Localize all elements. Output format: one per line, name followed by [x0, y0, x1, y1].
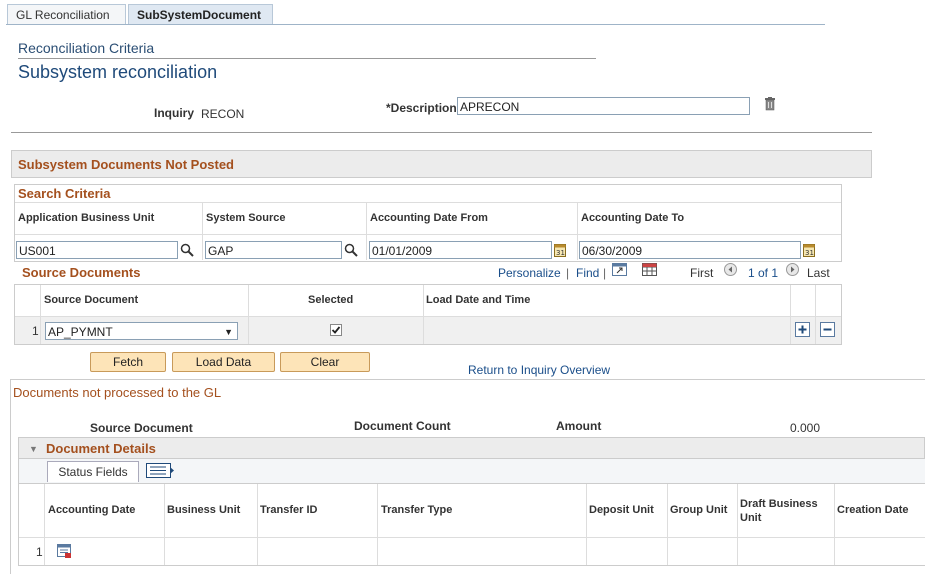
col-header-deposit-unit: Deposit Unit — [589, 504, 654, 516]
calendar-icon[interactable]: 31 — [554, 243, 566, 257]
next-icon[interactable] — [786, 263, 799, 276]
col-header-business-unit: Business Unit — [167, 504, 241, 516]
grid-line — [366, 202, 367, 260]
not-posted-section-header: Subsystem Documents Not Posted — [11, 150, 872, 178]
row-number: 1 — [36, 545, 43, 559]
return-to-inquiry-link[interactable]: Return to Inquiry Overview — [468, 363, 610, 377]
grid-line — [586, 484, 587, 565]
amount-value: 0.000 — [790, 421, 821, 435]
grid-line — [164, 484, 165, 565]
document-count-label: Document Count — [354, 419, 451, 433]
tab-subsystem-document[interactable]: SubSystemDocument — [128, 4, 273, 24]
not-posted-section-title: Subsystem Documents Not Posted — [18, 157, 234, 172]
business-unit-input[interactable]: US001 — [16, 241, 178, 259]
link-separator: | — [566, 266, 570, 280]
view-all-icon[interactable] — [612, 263, 627, 276]
grid-line — [15, 202, 841, 203]
grid-line — [19, 537, 925, 538]
delete-row-icon[interactable] — [820, 322, 835, 337]
tab-status-fields-label: Status Fields — [58, 465, 128, 479]
grid-line — [257, 484, 258, 565]
document-details-title: Document Details — [46, 441, 156, 456]
download-grid-icon[interactable] — [642, 263, 657, 276]
tab-status-fields[interactable]: Status Fields — [47, 461, 139, 482]
svg-text:31: 31 — [556, 249, 565, 257]
amount-label: Amount — [556, 419, 602, 433]
description-input[interactable]: APRECON — [457, 97, 750, 115]
col-header-date-to: Accounting Date To — [581, 212, 685, 224]
selected-checkbox[interactable] — [330, 324, 342, 336]
load-data-button[interactable]: Load Data — [172, 352, 275, 372]
col-header-transfer-id: Transfer ID — [260, 504, 318, 516]
add-row-icon[interactable] — [795, 322, 810, 337]
tab-gl-reconciliation[interactable]: GL Reconciliation — [7, 4, 126, 24]
grid-line — [248, 285, 249, 344]
section-divider — [11, 132, 872, 133]
document-detail-icon[interactable] — [57, 544, 72, 558]
criteria-divider — [18, 58, 596, 59]
source-document-value: AP_PYMNT — [48, 325, 113, 339]
col-header-transfer-type: Transfer Type — [381, 504, 453, 516]
col-header-system-source: System Source — [206, 212, 286, 224]
col-header-business-unit: Application Business Unit — [18, 212, 155, 224]
inquiry-value: RECON — [201, 107, 245, 121]
row-number: 1 — [32, 324, 39, 338]
col-header-creation-date: Creation Date — [837, 504, 909, 516]
last-label: Last — [807, 266, 830, 280]
previous-icon[interactable] — [724, 263, 737, 276]
link-separator: | — [603, 266, 607, 280]
first-label: First — [690, 266, 714, 280]
source-document-label: Source Document — [90, 421, 193, 435]
search-icon[interactable] — [180, 243, 194, 257]
col-header-date-from: Accounting Date From — [370, 212, 488, 224]
chevron-down-icon: ▼ — [224, 327, 233, 337]
grid-line — [377, 484, 378, 565]
criteria-label: Reconciliation Criteria — [18, 40, 155, 56]
col-header-load-date: Load Date and Time — [426, 294, 531, 306]
grid-line — [815, 285, 816, 344]
date-to-input[interactable]: 06/30/2009 — [579, 241, 801, 259]
description-label: *Description — [386, 101, 457, 115]
grid-line — [577, 202, 578, 260]
grid-line — [44, 484, 45, 565]
fetch-button[interactable]: Fetch — [90, 352, 166, 372]
clear-button[interactable]: Clear — [280, 352, 370, 372]
show-all-columns-icon[interactable] — [146, 463, 174, 478]
grid-line — [834, 484, 835, 565]
col-header-source-document: Source Document — [44, 294, 139, 306]
col-header-draft-business-unit: Draft Business Unit — [740, 498, 818, 524]
inquiry-label: Inquiry — [154, 106, 195, 120]
source-documents-title: Source Documents — [22, 265, 141, 280]
col-header-selected: Selected — [308, 294, 354, 306]
tab-divider — [6, 24, 825, 25]
search-criteria-title: Search Criteria — [18, 186, 111, 201]
trash-icon[interactable] — [764, 97, 776, 111]
grid-line — [790, 285, 791, 344]
grid-line — [423, 285, 424, 344]
collapse-triangle-icon[interactable]: ▼ — [29, 444, 38, 454]
grid-line — [667, 484, 668, 565]
svg-text:31: 31 — [805, 249, 814, 257]
calendar-icon[interactable]: 31 — [803, 243, 815, 257]
search-icon[interactable] — [344, 243, 358, 257]
row-range: 1 of 1 — [748, 266, 779, 280]
grid-line — [737, 484, 738, 565]
system-source-input[interactable]: GAP — [205, 241, 342, 259]
page-title: Subsystem reconciliation — [18, 62, 218, 82]
col-header-group-unit: Group Unit — [670, 504, 728, 516]
personalize-link[interactable]: Personalize — [498, 266, 561, 280]
date-from-input[interactable]: 01/01/2009 — [369, 241, 552, 259]
grid-line — [202, 202, 203, 260]
grid-line — [40, 285, 41, 344]
col-header-accounting-date: Accounting Date — [48, 504, 136, 516]
source-document-select[interactable]: AP_PYMNT ▼ — [45, 322, 238, 340]
grid-line — [15, 234, 841, 235]
find-link[interactable]: Find — [576, 266, 599, 280]
not-processed-title: Documents not processed to the GL — [13, 385, 222, 400]
